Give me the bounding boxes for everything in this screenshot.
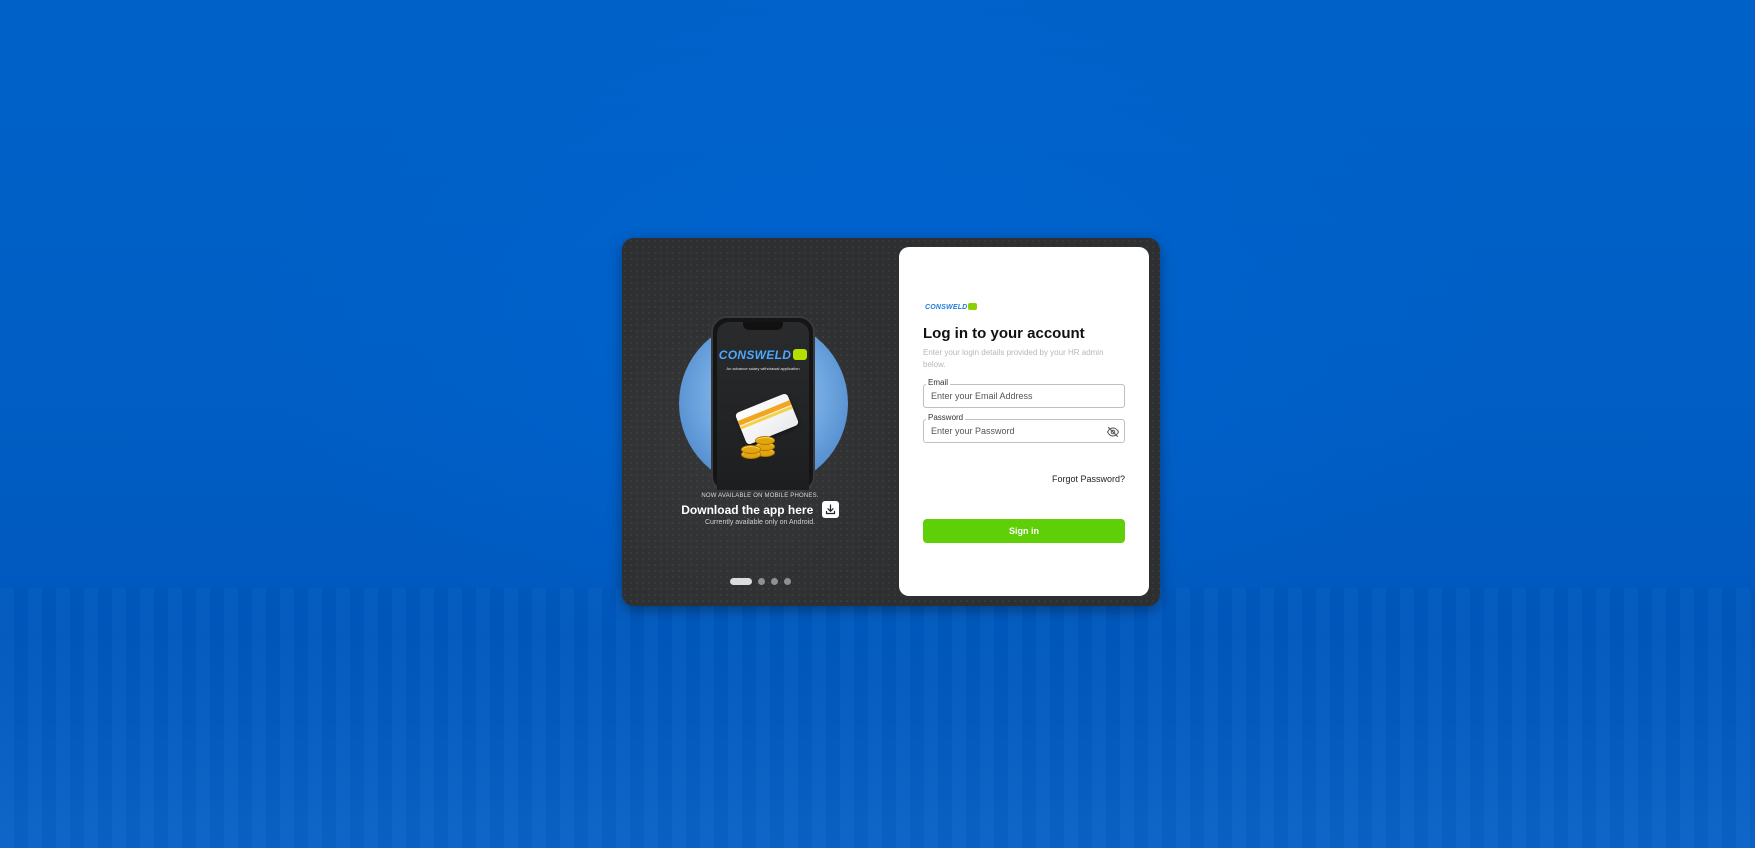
phone-brand-logo: CONSWELD — [717, 348, 809, 362]
carousel-indicators — [622, 578, 898, 585]
brand-mark-icon — [968, 303, 978, 310]
promo-eyebrow: NOW AVAILABLE ON MOBILE PHONES. — [701, 493, 819, 499]
phone-notch — [743, 322, 783, 330]
promo-title: Download the app here — [681, 502, 814, 517]
phone-screen: CONSWELD An advance salary withdrawal ap… — [717, 322, 809, 490]
coin-icon — [755, 436, 775, 445]
sign-in-button[interactable]: Sign in — [923, 519, 1125, 543]
email-field: Email — [923, 378, 1125, 408]
phone-brand-text: CONSWELD — [718, 348, 792, 362]
carousel-dot-4[interactable] — [783, 578, 791, 585]
email-input[interactable] — [931, 389, 1099, 403]
carousel-dot-2[interactable] — [757, 578, 765, 585]
promo-subtitle: Currently available only on Android. — [704, 519, 816, 526]
consweld-logo: CONSWELD — [925, 303, 978, 311]
eye-off-icon[interactable] — [1106, 425, 1120, 438]
download-app-button[interactable] — [821, 501, 839, 519]
password-label: Password — [926, 413, 966, 423]
login-form-panel: CONSWELD Log in to your account Enter yo… — [899, 247, 1149, 596]
download-icon — [825, 504, 835, 515]
logo-text: CONSWELD — [925, 304, 968, 311]
background-texture — [0, 588, 1755, 848]
page-title: Log in to your account — [923, 325, 1085, 342]
password-field: Password — [923, 413, 1125, 443]
promo-title-row: Download the app here — [622, 501, 898, 519]
password-input[interactable] — [931, 424, 1099, 438]
brand-mark-icon — [793, 349, 808, 360]
phone-illustration: CONSWELD An advance salary withdrawal ap… — [711, 316, 815, 492]
login-card: CONSWELD An advance salary withdrawal ap… — [622, 238, 1160, 606]
email-label: Email — [926, 378, 951, 388]
login-description: Enter your login details provided by you… — [923, 348, 1104, 369]
coin-icon — [741, 445, 761, 454]
forgot-password-link[interactable]: Forgot Password? — [1052, 474, 1125, 484]
phone-tagline: An advance salary withdrawal application — [726, 366, 800, 371]
carousel-dot-1[interactable] — [729, 578, 752, 585]
carousel-dot-3[interactable] — [770, 578, 778, 585]
app-promo-panel: CONSWELD An advance salary withdrawal ap… — [622, 238, 898, 606]
